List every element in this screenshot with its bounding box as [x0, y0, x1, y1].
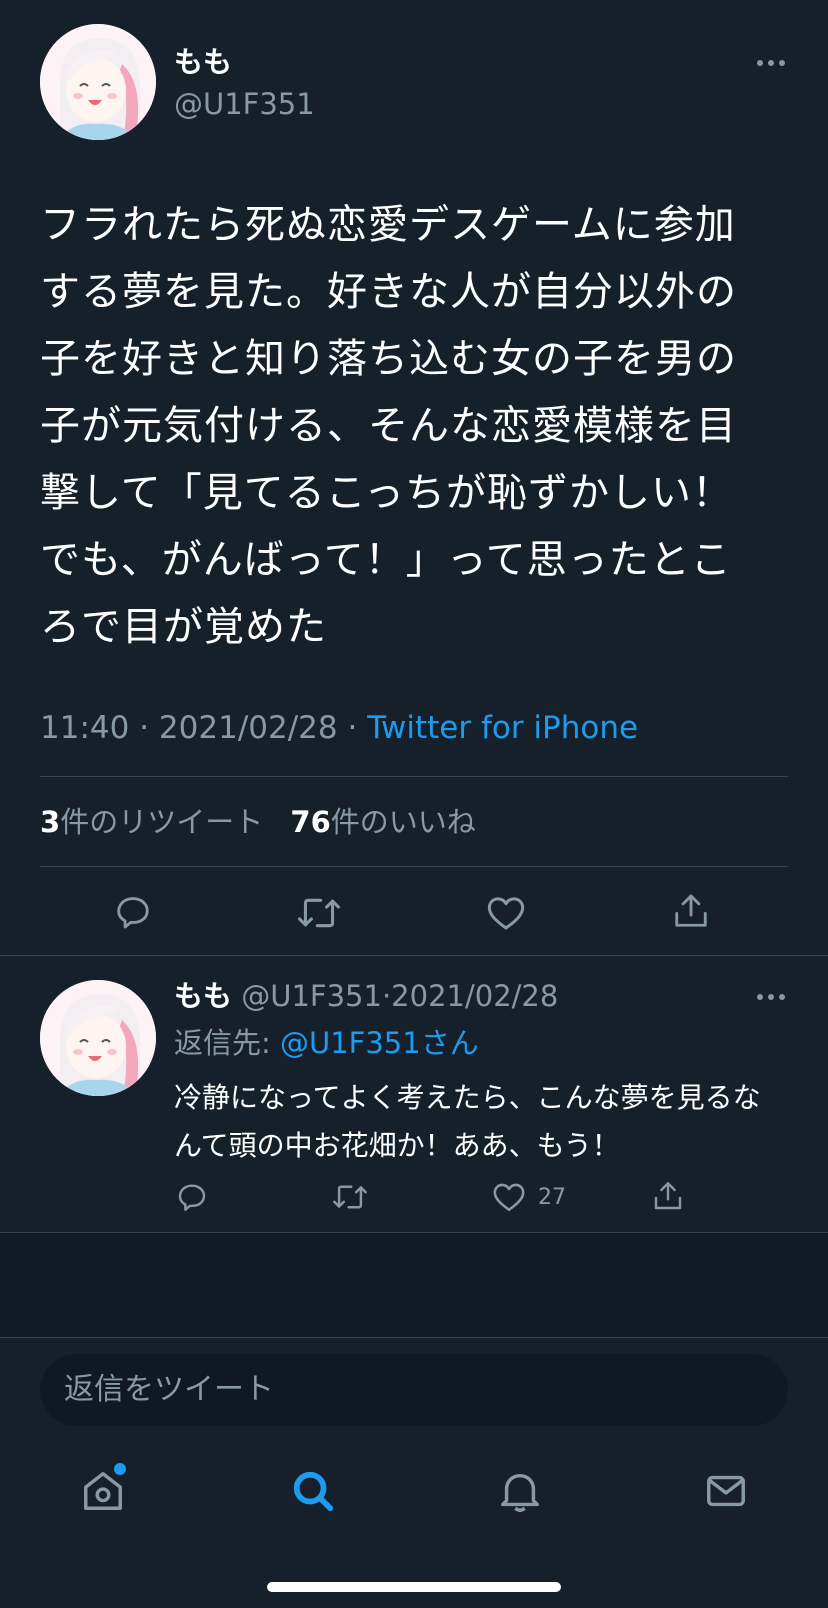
like-icon [487, 897, 525, 930]
reply-avatar[interactable] [40, 980, 156, 1096]
like-label: 件のいいね [330, 805, 476, 839]
divider [40, 866, 788, 867]
tweet-text: フラれたら死ぬ恋愛デスゲームに参加する夢を見た。好きな人が自分以外の子を好きと知… [40, 202, 737, 650]
share-icon [675, 894, 707, 927]
like-stat[interactable]: 76件のいいね [290, 805, 475, 839]
divider [0, 955, 828, 956]
avatar[interactable] [40, 24, 156, 140]
reply-retweet-button[interactable] [332, 1182, 368, 1212]
handle[interactable]: @U1F351 [174, 86, 315, 122]
replying-to-mention[interactable]: @U1F351さん [280, 1026, 479, 1060]
meta-separator: · [139, 710, 150, 746]
reply-text: 冷静になってよく考えたら、こんな夢を見るなんて頭の中お花畑か！ああ、もう！ [174, 1081, 761, 1162]
tweet-metadata: 11:40 · 2021/02/28 · Twitter for iPhone [40, 708, 638, 748]
tab-messages[interactable] [703, 1468, 749, 1514]
like-icon [493, 1183, 525, 1212]
reply-button[interactable] [114, 893, 152, 931]
retweet-icon [298, 898, 340, 928]
composer-placeholder: 返信をツイート [64, 1372, 274, 1407]
reply-header: もも @U1F351·2021/02/28 [174, 978, 558, 1014]
empty-area [0, 1233, 828, 1337]
reply-more-icon[interactable] [757, 994, 785, 1000]
reply-date: ·2021/02/28 [381, 979, 559, 1013]
tweet-stats: 3件のリツイート 76件のいいね [40, 802, 476, 842]
avatar-illustration [40, 980, 156, 1096]
retweet-icon [333, 1185, 367, 1209]
reply-reply-button[interactable] [176, 1181, 208, 1213]
new-content-dot [114, 1463, 126, 1475]
retweet-label: 件のリツイート [60, 805, 264, 839]
reply-handle[interactable]: @U1F351 [241, 979, 382, 1013]
tweet-source[interactable]: Twitter for iPhone [367, 710, 638, 746]
meta-separator: · [347, 710, 358, 746]
tweet-date: 2021/02/28 [158, 710, 338, 746]
reply-like-count: 27 [538, 1184, 566, 1210]
reply-icon [117, 897, 149, 929]
divider [40, 776, 788, 777]
replying-to: 返信先: @U1F351さん [174, 1025, 479, 1061]
replying-to-label: 返信先: [174, 1026, 280, 1060]
avatar-illustration [40, 24, 156, 140]
share-icon [654, 1182, 682, 1210]
retweet-stat[interactable]: 3件のリツイート [40, 805, 272, 839]
reply-share-button[interactable] [652, 1179, 684, 1213]
tweet-time: 11:40 [40, 710, 130, 746]
home-indicator [267, 1582, 561, 1592]
retweet-button[interactable] [297, 894, 341, 932]
tab-home[interactable] [80, 1463, 126, 1514]
reply-like-button[interactable]: 27 [492, 1181, 566, 1213]
messages-icon [707, 1475, 745, 1507]
tab-notifications[interactable] [497, 1468, 543, 1514]
reply-display-name[interactable]: もも [174, 979, 232, 1013]
tab-search[interactable] [290, 1468, 336, 1514]
divider [0, 1337, 828, 1338]
display-name[interactable]: もも [174, 44, 232, 80]
reply-composer[interactable]: 返信をツイート [40, 1354, 788, 1426]
like-button[interactable] [486, 894, 526, 932]
retweet-count: 3 [40, 805, 61, 839]
search-icon [293, 1471, 334, 1512]
share-button[interactable] [672, 891, 710, 931]
notifications-icon [501, 1473, 539, 1512]
like-count: 76 [290, 805, 331, 839]
more-icon[interactable] [757, 60, 785, 66]
reply-icon [178, 1184, 206, 1211]
